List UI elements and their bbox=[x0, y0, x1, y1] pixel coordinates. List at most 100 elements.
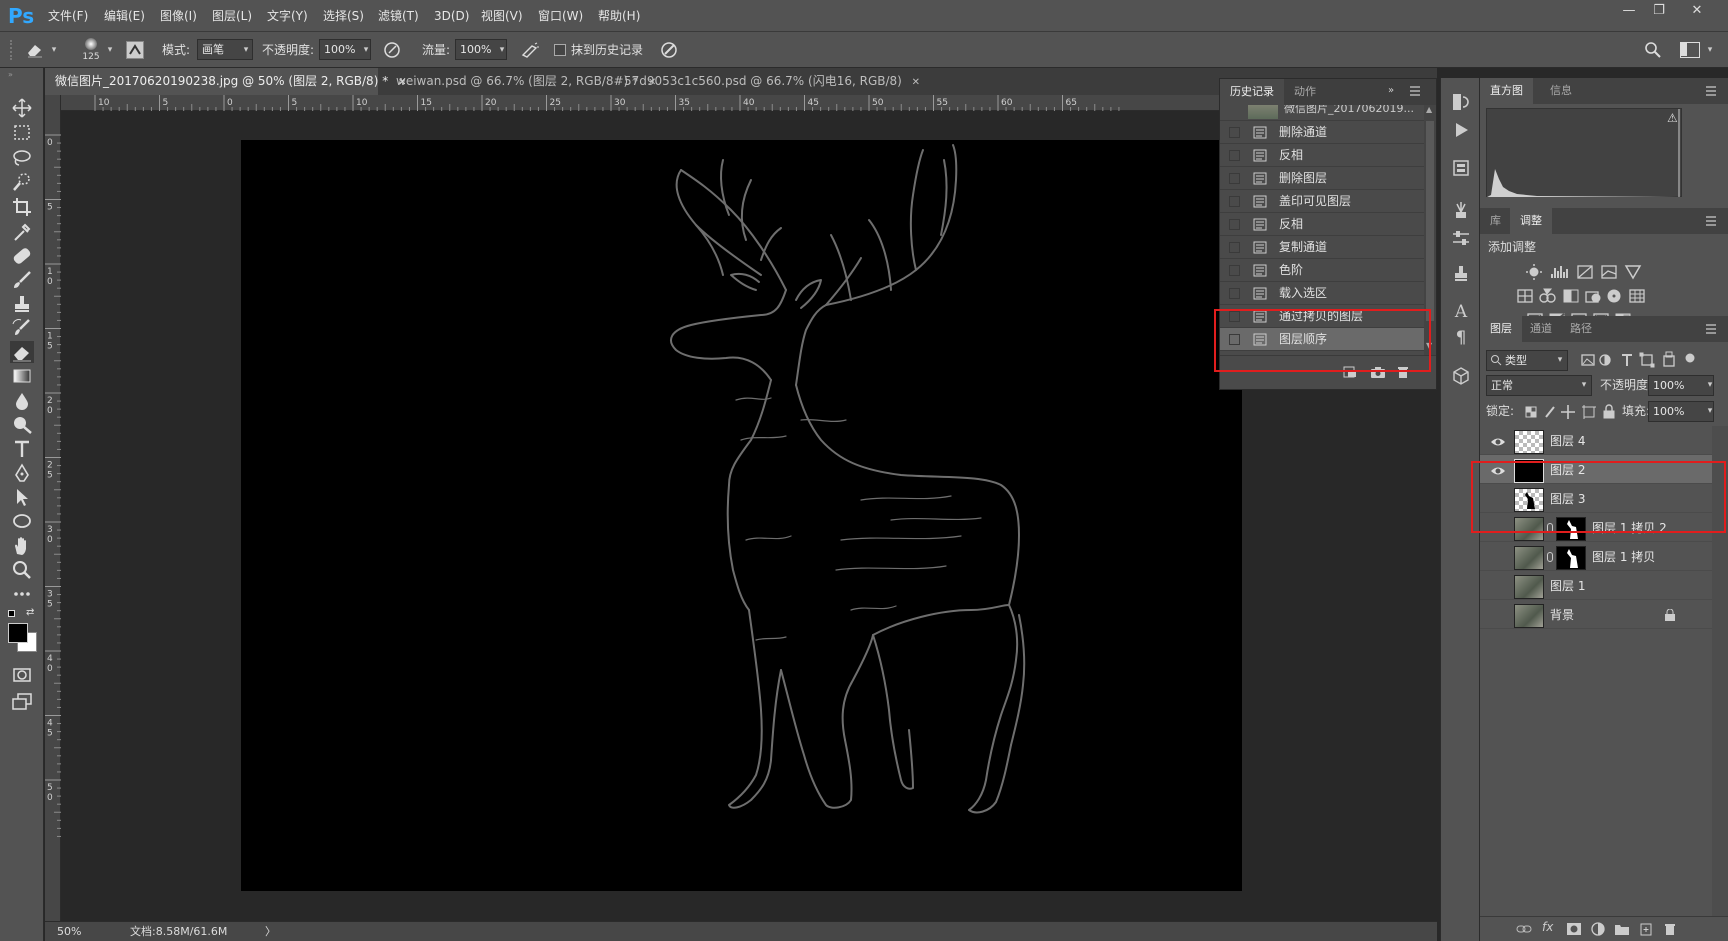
tab-channels[interactable]: 通道 bbox=[1520, 316, 1562, 342]
history-source-checkbox[interactable] bbox=[1229, 173, 1240, 184]
delete-layer-icon[interactable] bbox=[1662, 922, 1678, 936]
workspace-icon[interactable] bbox=[1680, 42, 1700, 58]
layers-scrollbar[interactable] bbox=[1712, 426, 1728, 916]
tab-close-icon[interactable]: ✕ bbox=[912, 77, 920, 88]
menu-type[interactable]: 文字(Y) bbox=[267, 0, 308, 32]
history-item[interactable]: 载入选区 bbox=[1220, 282, 1424, 305]
eye-icon[interactable] bbox=[1490, 464, 1506, 478]
warning-icon[interactable]: ⚠ bbox=[1667, 111, 1678, 125]
layer-mask-thumbnail[interactable] bbox=[1556, 546, 1586, 570]
ellipse-tool-icon[interactable] bbox=[10, 510, 34, 532]
layer-row[interactable]: 图层 1 拷贝 2 bbox=[1480, 513, 1712, 542]
menu-view[interactable]: 视图(V) bbox=[481, 0, 523, 32]
layer-row[interactable]: 图层 4 bbox=[1480, 426, 1712, 455]
hand-tool-icon[interactable] bbox=[10, 535, 34, 557]
history-brush-tool-icon[interactable] bbox=[10, 317, 34, 339]
history-item[interactable]: 复制通道 bbox=[1220, 236, 1424, 259]
airbrush-icon[interactable] bbox=[520, 41, 540, 59]
blur-tool-icon[interactable] bbox=[10, 390, 34, 412]
history-item[interactable]: 反相 bbox=[1220, 213, 1424, 236]
new-layer-icon[interactable] bbox=[1638, 922, 1654, 936]
menu-image[interactable]: 图像(I) bbox=[160, 0, 197, 32]
minimize-button[interactable]: — bbox=[1614, 0, 1644, 22]
brush-panel-icon[interactable] bbox=[126, 41, 144, 59]
status-menu-arrow[interactable]: 〉 bbox=[265, 922, 276, 941]
chevron-down-icon[interactable]: ▾ bbox=[496, 44, 508, 56]
layer-row[interactable]: 背景 bbox=[1480, 600, 1712, 629]
new-document-from-state-icon[interactable] bbox=[1342, 365, 1358, 379]
menu-filter[interactable]: 滤镜(T) bbox=[378, 0, 419, 32]
dodge-tool-icon[interactable] bbox=[10, 414, 34, 436]
lasso-tool-icon[interactable] bbox=[10, 147, 34, 169]
history-item[interactable]: 反相 bbox=[1220, 144, 1424, 167]
layer-row[interactable]: 图层 3 bbox=[1480, 484, 1712, 513]
layer-row[interactable]: 图层 1 bbox=[1480, 571, 1712, 600]
clone-stamp-tool-icon[interactable] bbox=[10, 293, 34, 315]
layer-name[interactable]: 图层 3 bbox=[1550, 484, 1585, 515]
fx-icon[interactable]: fx bbox=[1542, 920, 1553, 934]
eraser-tool-preset-icon[interactable] bbox=[24, 40, 46, 60]
erase-to-history-checkbox[interactable] bbox=[554, 44, 566, 56]
layer-name[interactable]: 图层 4 bbox=[1550, 426, 1585, 457]
history-source-checkbox[interactable] bbox=[1229, 219, 1240, 230]
history-scrollbar[interactable]: ▲ ▼ bbox=[1424, 105, 1436, 355]
panel-menu-icon[interactable] bbox=[1704, 322, 1718, 336]
visibility-toggle[interactable] bbox=[1490, 551, 1506, 565]
menu-3d[interactable]: 3D(D) bbox=[434, 0, 469, 32]
foreground-color-swatch[interactable] bbox=[8, 623, 28, 643]
restore-button[interactable]: ❐ bbox=[1644, 0, 1674, 22]
zoom-tool-icon[interactable] bbox=[10, 559, 34, 581]
gradient-tool-icon[interactable] bbox=[10, 365, 34, 387]
link-icon[interactable] bbox=[1547, 523, 1553, 533]
visibility-toggle[interactable] bbox=[1490, 580, 1506, 594]
crop-tool-icon[interactable] bbox=[10, 196, 34, 218]
search-icon[interactable] bbox=[1644, 41, 1662, 59]
tab-document-2[interactable]: weiwan.psd @ 66.7% (图层 2, RGB/8#) * ✕ bbox=[386, 68, 656, 95]
panel-menu-icon[interactable] bbox=[1704, 214, 1718, 228]
tab-info[interactable]: 信息 bbox=[1540, 78, 1582, 104]
history-source-checkbox[interactable] bbox=[1229, 265, 1240, 276]
panel-menu-icon[interactable] bbox=[1704, 84, 1718, 98]
history-item[interactable]: 删除通道 bbox=[1220, 121, 1424, 144]
pen-tool-icon[interactable] bbox=[10, 462, 34, 484]
eyedropper-tool-icon[interactable] bbox=[10, 221, 34, 243]
brush-tool-icon[interactable] bbox=[10, 269, 34, 291]
history-source-checkbox[interactable] bbox=[1229, 334, 1240, 345]
collapse-arrows-icon[interactable]: » bbox=[8, 70, 36, 79]
marquee-tool-icon[interactable] bbox=[10, 122, 34, 144]
expand-panel-icon[interactable]: » bbox=[1388, 85, 1394, 96]
paragraph-icon[interactable]: ¶ bbox=[1451, 328, 1471, 348]
history-source-checkbox[interactable] bbox=[1229, 311, 1240, 322]
history-item[interactable]: 通过拷贝的图层 bbox=[1220, 305, 1424, 328]
menu-select[interactable]: 选择(S) bbox=[323, 0, 364, 32]
blend-mode-select[interactable]: 正常 bbox=[1486, 375, 1592, 396]
history-source-checkbox[interactable] bbox=[1229, 127, 1240, 138]
document-canvas[interactable] bbox=[241, 140, 1242, 891]
new-adjustment-layer-icon[interactable] bbox=[1590, 922, 1606, 936]
trash-icon[interactable] bbox=[1396, 365, 1410, 379]
layer-name[interactable]: 图层 1 拷贝 bbox=[1592, 542, 1655, 573]
layer-row[interactable]: 图层 1 拷贝 bbox=[1480, 542, 1712, 571]
quick-selection-tool-icon[interactable] bbox=[10, 171, 34, 193]
tab-history[interactable]: 历史记录 bbox=[1220, 79, 1284, 105]
camera-snapshot-icon[interactable] bbox=[1370, 365, 1386, 379]
character-icon[interactable]: A bbox=[1451, 302, 1471, 322]
tab-document-3[interactable]: 57d9053c1c560.psd @ 66.7% (闪电16, RGB/8) … bbox=[614, 68, 920, 95]
history-source-checkbox[interactable] bbox=[1229, 288, 1240, 299]
tab-library[interactable]: 库 bbox=[1480, 208, 1511, 234]
new-group-icon[interactable] bbox=[1614, 922, 1630, 936]
close-window-button[interactable]: ✕ bbox=[1682, 0, 1712, 22]
history-panel-icon[interactable] bbox=[1451, 92, 1471, 112]
visibility-toggle[interactable] bbox=[1490, 493, 1506, 507]
eraser-tool-icon[interactable] bbox=[10, 341, 34, 363]
move-tool-icon[interactable] bbox=[10, 97, 34, 119]
layer-name[interactable]: 图层 1 拷贝 2 bbox=[1592, 513, 1667, 544]
link-icon[interactable] bbox=[1547, 552, 1553, 562]
menu-help[interactable]: 帮助(H) bbox=[598, 0, 640, 32]
chevron-down-icon[interactable]: ▾ bbox=[1704, 405, 1716, 417]
zoom-level[interactable]: 50% bbox=[57, 922, 81, 941]
tab-actions[interactable]: 动作 bbox=[1284, 79, 1326, 105]
history-source-checkbox[interactable] bbox=[1229, 242, 1240, 253]
layer-name[interactable]: 图层 2 bbox=[1550, 455, 1585, 486]
history-item[interactable]: 盖印可见图层 bbox=[1220, 190, 1424, 213]
